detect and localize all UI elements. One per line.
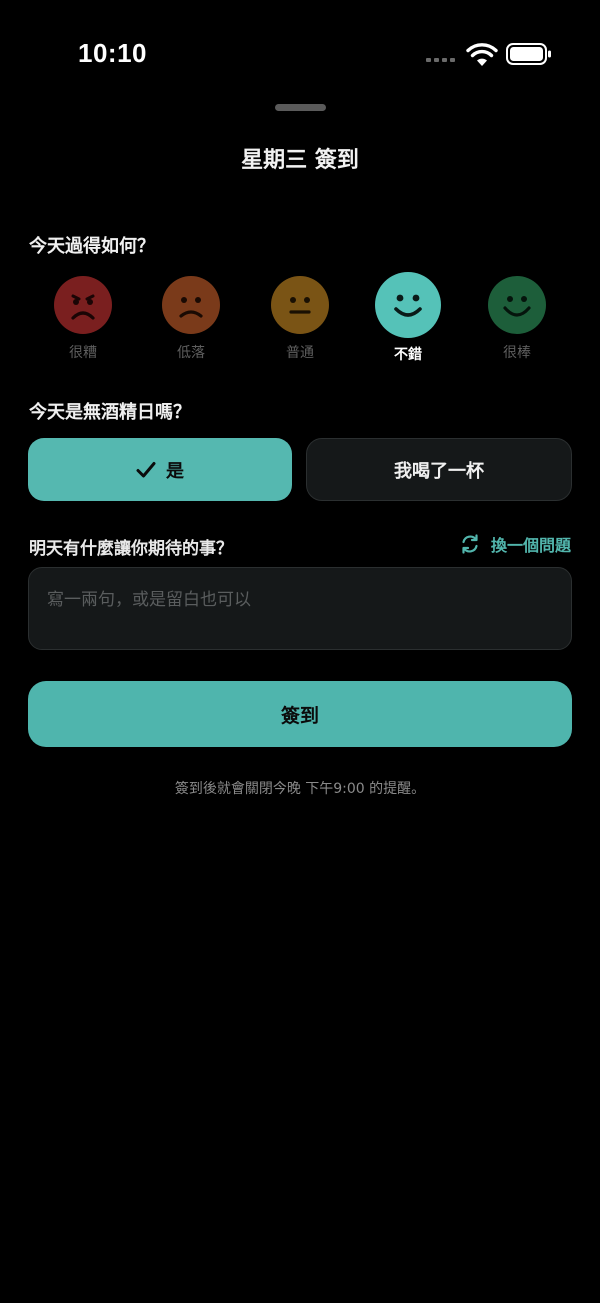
mood-label: 普通	[286, 345, 314, 361]
status-bar: 10:10	[0, 0, 600, 110]
mood-option-low[interactable]: 低落	[136, 272, 246, 362]
reflection-input[interactable]	[28, 567, 572, 650]
cellular-signal-icon	[426, 58, 455, 62]
checkmark-icon	[136, 461, 156, 477]
check-in-button[interactable]: 簽到	[28, 681, 572, 747]
sheet-title: 星期三 簽到	[241, 148, 359, 173]
battery-icon	[506, 43, 551, 65]
reflection-header: 明天有什麼讓你期待的事？ 換一個問題	[29, 532, 571, 559]
swap-question-button[interactable]: 換一個問題	[459, 532, 571, 556]
alcohol-toggle: 是 我喝了一杯	[28, 438, 572, 501]
mood-label: 很糟	[69, 345, 97, 361]
mood-label: 不錯	[394, 347, 422, 363]
status-time: 10:10	[78, 38, 147, 68]
wifi-icon	[466, 43, 498, 66]
sheet-grabber-handle[interactable]	[275, 104, 326, 111]
sad-face-icon	[162, 276, 220, 334]
mood-question: 今天過得如何？	[29, 236, 155, 257]
mood-option-good[interactable]: 不錯	[353, 272, 463, 364]
reflection-question: 明天有什麼讓你期待的事？	[29, 539, 233, 559]
mood-label: 低落	[177, 345, 205, 361]
alcohol-question: 今天是無酒精日嗎？	[29, 402, 191, 423]
alcohol-free-yes-button[interactable]: 是	[28, 438, 292, 501]
swap-question-label: 換一個問題	[490, 536, 571, 555]
mood-option-neutral[interactable]: 普通	[245, 272, 355, 362]
refresh-icon	[462, 534, 478, 554]
neutral-face-icon	[271, 276, 329, 334]
mood-label: 很棒	[503, 345, 531, 361]
reminder-footnote: 簽到後就會關閉今晚 下午9:00 的提醒。	[174, 781, 426, 797]
mood-selector: 很糟 低落 普通 不錯 很棒	[26, 272, 574, 368]
yes-label: 是	[166, 460, 184, 482]
very-sad-face-icon	[54, 276, 112, 334]
mood-option-very-bad[interactable]: 很糟	[28, 272, 138, 362]
no-label: 我喝了一杯	[394, 460, 484, 482]
happy-face-icon	[375, 272, 441, 338]
had-a-drink-button[interactable]: 我喝了一杯	[306, 438, 572, 501]
mood-option-great[interactable]: 很棒	[462, 272, 572, 362]
very-happy-face-icon	[488, 276, 546, 334]
